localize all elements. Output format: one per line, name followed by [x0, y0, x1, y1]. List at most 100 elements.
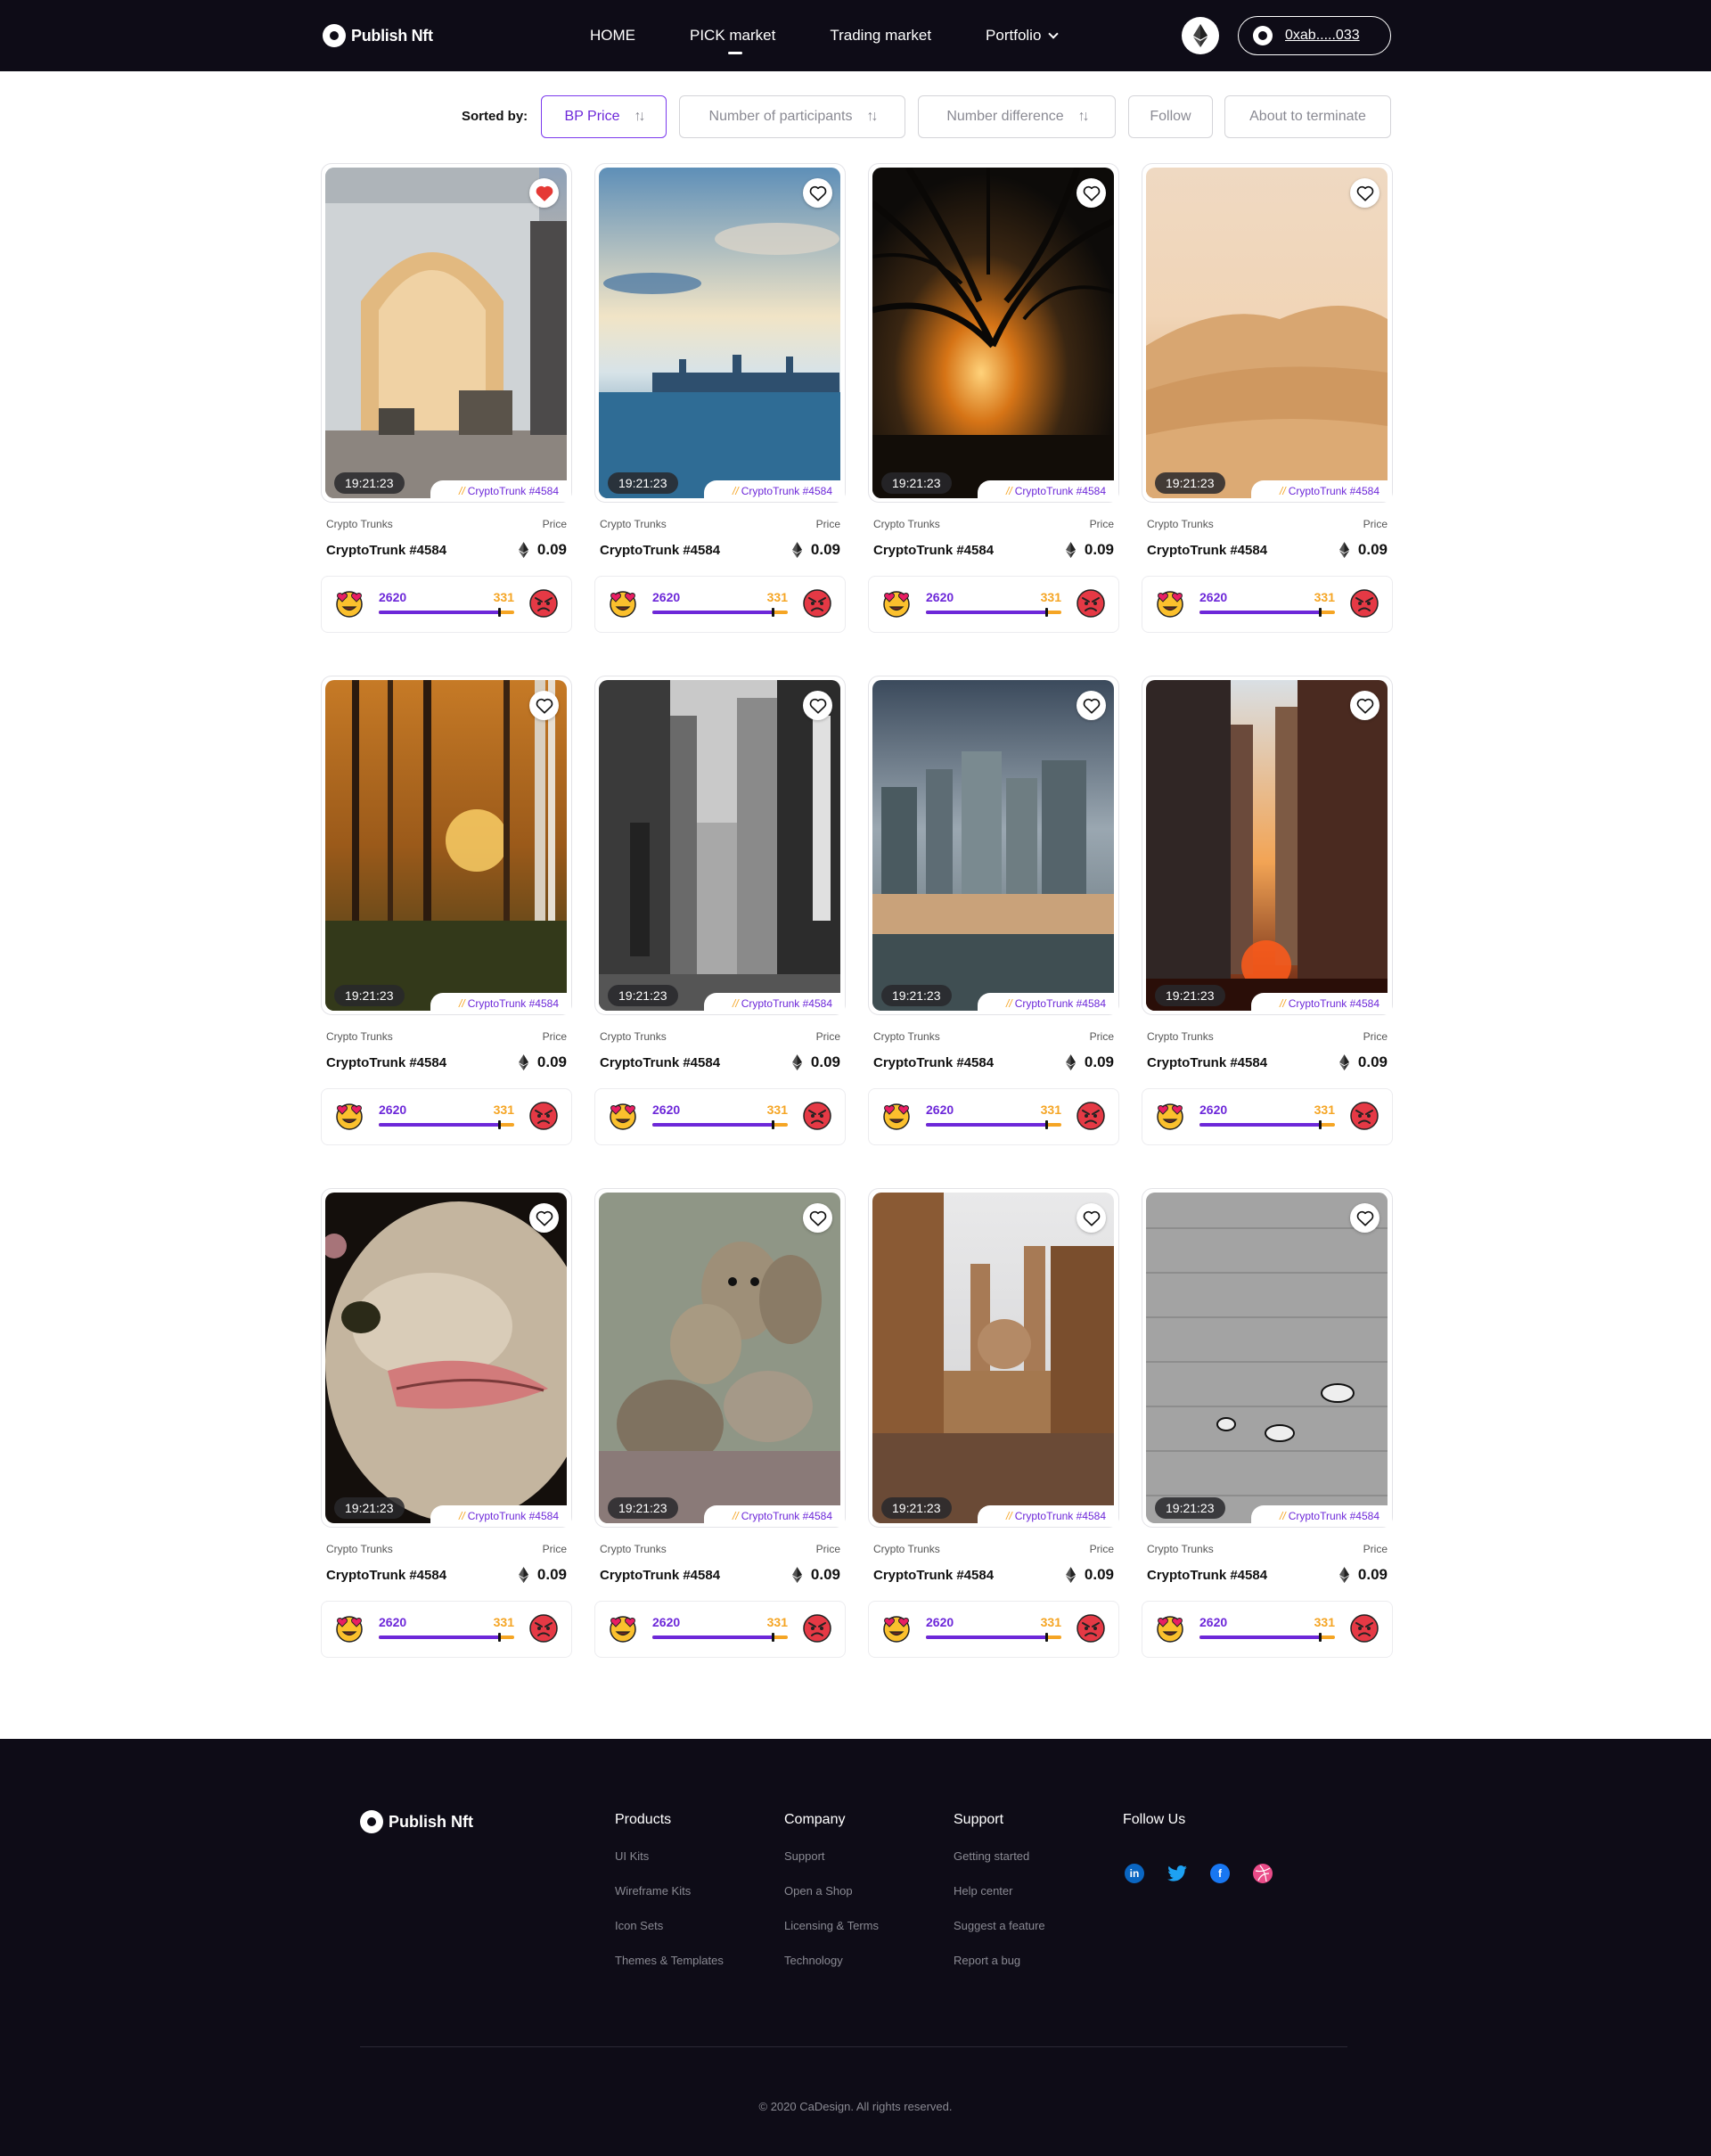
footer-col-title: Follow Us [1123, 1812, 1186, 1827]
votes-down-count: 331 [493, 590, 514, 604]
votes-up-count: 2620 [652, 1103, 681, 1117]
nft-card[interactable]: 19:21:23 //CryptoTrunk #4584 Crypto Trun… [1142, 676, 1393, 1146]
nft-card[interactable]: 19:21:23 //CryptoTrunk #4584 Crypto Trun… [594, 163, 846, 634]
footer-link[interactable]: Getting started [954, 1849, 1045, 1863]
love-emoji-icon[interactable] [334, 1613, 364, 1644]
angry-emoji-icon[interactable] [802, 1101, 832, 1131]
love-emoji-icon[interactable] [334, 1101, 364, 1131]
footer-link[interactable]: Themes & Templates [615, 1954, 724, 1967]
footer-link[interactable]: Wireframe Kits [615, 1884, 724, 1898]
angry-emoji-icon[interactable] [1076, 1613, 1106, 1644]
love-emoji-icon[interactable] [608, 1101, 638, 1131]
nft-image[interactable] [872, 1193, 1114, 1523]
nft-image[interactable] [872, 680, 1114, 1011]
price-value: 0.09 [1084, 1566, 1114, 1583]
nav-portfolio[interactable]: Portfolio [986, 27, 1060, 45]
nft-image[interactable] [325, 168, 567, 498]
love-emoji-icon[interactable] [1155, 1613, 1185, 1644]
sort-bp-price[interactable]: BP Price ↑↓ [541, 95, 667, 138]
heart-outline-icon [1083, 1210, 1100, 1226]
nft-image[interactable] [325, 680, 567, 1011]
site-logo[interactable]: Publish Nft [323, 24, 433, 47]
like-button[interactable] [1077, 691, 1106, 720]
footer-link[interactable]: Support [784, 1849, 879, 1863]
ethereum-icon [791, 542, 802, 558]
angry-emoji-icon[interactable] [802, 1613, 832, 1644]
love-emoji-icon[interactable] [608, 1613, 638, 1644]
like-button[interactable] [803, 691, 832, 720]
like-button[interactable] [803, 1203, 832, 1233]
angry-emoji-icon[interactable] [528, 1613, 559, 1644]
like-button[interactable] [1350, 178, 1379, 208]
angry-emoji-icon[interactable] [1076, 588, 1106, 619]
like-button[interactable] [529, 691, 559, 720]
nft-card[interactable]: 19:21:23 //CryptoTrunk #4584 Crypto Trun… [868, 163, 1119, 634]
angry-emoji-icon[interactable] [1349, 588, 1379, 619]
like-button[interactable] [1350, 1203, 1379, 1233]
footer-logo[interactable]: Publish Nft [360, 1810, 473, 1833]
like-button[interactable] [1077, 1203, 1106, 1233]
dribbble-icon[interactable] [1253, 1864, 1273, 1883]
nft-card[interactable]: 19:21:23 //CryptoTrunk #4584 Crypto Trun… [594, 676, 846, 1146]
like-button[interactable] [803, 178, 832, 208]
nft-image[interactable] [325, 1193, 567, 1523]
nft-card[interactable]: 19:21:23 //CryptoTrunk #4584 Crypto Trun… [321, 1188, 572, 1659]
twitter-icon[interactable] [1167, 1864, 1187, 1883]
network-button[interactable] [1182, 17, 1219, 54]
sort-participants[interactable]: Number of participants ↑↓ [679, 95, 905, 138]
nav-pick-market[interactable]: PICK market [690, 27, 775, 54]
footer-link[interactable]: Suggest a feature [954, 1919, 1045, 1932]
nav-trading-market[interactable]: Trading market [830, 27, 931, 45]
nft-image[interactable] [599, 1193, 840, 1523]
footer-link[interactable]: Help center [954, 1884, 1045, 1898]
angry-emoji-icon[interactable] [1349, 1101, 1379, 1131]
footer-link[interactable]: Technology [784, 1954, 879, 1967]
nft-card[interactable]: 19:21:23 //CryptoTrunk #4584 Crypto Trun… [1142, 1188, 1393, 1659]
angry-emoji-icon[interactable] [528, 588, 559, 619]
love-emoji-icon[interactable] [1155, 1101, 1185, 1131]
angry-emoji-icon[interactable] [1349, 1613, 1379, 1644]
token-tag-label: CryptoTrunk #4584 [1014, 1510, 1106, 1522]
angry-emoji-icon[interactable] [802, 588, 832, 619]
nft-image[interactable] [872, 168, 1114, 498]
nft-image[interactable] [1146, 1193, 1388, 1523]
linkedin-icon[interactable]: in [1125, 1864, 1144, 1883]
love-emoji-icon[interactable] [608, 588, 638, 619]
love-emoji-icon[interactable] [334, 588, 364, 619]
love-emoji-icon[interactable] [881, 1101, 912, 1131]
facebook-icon[interactable]: f [1210, 1864, 1230, 1883]
nft-image[interactable] [599, 680, 840, 1011]
nft-card[interactable]: 19:21:23 //CryptoTrunk #4584 Crypto Trun… [321, 163, 572, 634]
nft-card[interactable]: 19:21:23 //CryptoTrunk #4584 Crypto Trun… [1142, 163, 1393, 634]
footer-link[interactable]: Report a bug [954, 1954, 1045, 1967]
footer-link[interactable]: Icon Sets [615, 1919, 724, 1932]
votes-down-count: 331 [1314, 1615, 1335, 1629]
footer-link[interactable]: UI Kits [615, 1849, 724, 1863]
sort-bar: Sorted by: BP Price ↑↓ Number of partici… [0, 95, 1711, 138]
sort-number-difference[interactable]: Number difference ↑↓ [918, 95, 1116, 138]
nav-home[interactable]: HOME [590, 27, 635, 45]
nft-card[interactable]: 19:21:23 //CryptoTrunk #4584 Crypto Trun… [868, 1188, 1119, 1659]
sort-follow[interactable]: Follow [1128, 95, 1213, 138]
nft-card[interactable]: 19:21:23 //CryptoTrunk #4584 Crypto Trun… [868, 676, 1119, 1146]
like-button[interactable] [529, 178, 559, 208]
wallet-button[interactable]: 0xab.....033 [1238, 16, 1391, 55]
price-value: 0.09 [1357, 1566, 1388, 1583]
like-button[interactable] [529, 1203, 559, 1233]
footer-link[interactable]: Licensing & Terms [784, 1919, 879, 1932]
vote-panel: 2620 331 [321, 1088, 572, 1145]
angry-emoji-icon[interactable] [1076, 1101, 1106, 1131]
angry-emoji-icon[interactable] [528, 1101, 559, 1131]
nft-image[interactable] [599, 168, 840, 498]
love-emoji-icon[interactable] [881, 588, 912, 619]
footer-link[interactable]: Open a Shop [784, 1884, 879, 1898]
nft-image[interactable] [1146, 168, 1388, 498]
like-button[interactable] [1077, 178, 1106, 208]
sort-about-to-terminate[interactable]: About to terminate [1224, 95, 1391, 138]
nft-card[interactable]: 19:21:23 //CryptoTrunk #4584 Crypto Trun… [594, 1188, 846, 1659]
love-emoji-icon[interactable] [881, 1613, 912, 1644]
nft-image[interactable] [1146, 680, 1388, 1011]
like-button[interactable] [1350, 691, 1379, 720]
love-emoji-icon[interactable] [1155, 588, 1185, 619]
nft-card[interactable]: 19:21:23 //CryptoTrunk #4584 Crypto Trun… [321, 676, 572, 1146]
